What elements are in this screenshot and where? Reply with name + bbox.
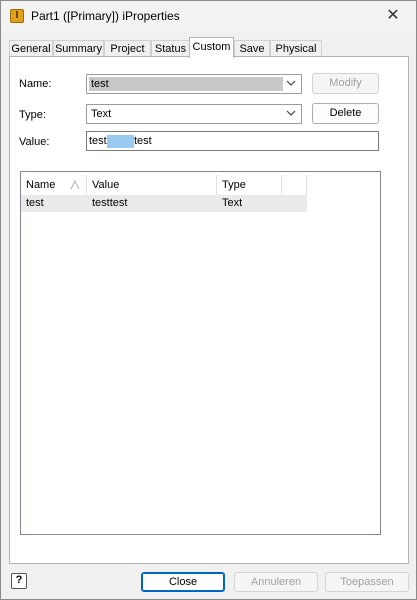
type-label: Type: — [19, 109, 46, 121]
name-label: Name: — [19, 78, 52, 90]
list-header: Name Value Type — [21, 175, 380, 195]
column-header-type[interactable]: Type — [217, 175, 282, 195]
tab-status[interactable]: Status — [151, 40, 190, 57]
row-type-cell: Text — [222, 197, 243, 209]
type-value: Text — [91, 108, 112, 120]
help-icon[interactable]: ? — [11, 573, 27, 589]
column-header-name[interactable]: Name — [21, 175, 87, 195]
cancel-button[interactable]: Annuleren — [234, 572, 318, 592]
name-combobox[interactable]: test — [86, 74, 302, 94]
inventor-app-icon: I — [10, 9, 24, 23]
type-combobox[interactable]: Text — [86, 104, 302, 124]
value-text-before: test — [89, 135, 107, 147]
column-header-value[interactable]: Value — [87, 175, 217, 195]
custom-properties-list[interactable]: Name Value Type test testtest Text — [20, 171, 381, 535]
tab-physical[interactable]: Physical — [270, 40, 322, 57]
column-header-filler — [282, 175, 307, 195]
tab-strip: General Summary Project Status Custom Sa… — [9, 37, 409, 58]
close-button[interactable]: Close — [141, 572, 225, 592]
delete-button[interactable]: Delete — [312, 103, 379, 124]
title-bar: I Part1 ([Primary]) iProperties ✕ — [1, 1, 416, 31]
custom-tab-panel: Name: test Modify Type: Text Delete Valu… — [9, 56, 409, 564]
tab-custom[interactable]: Custom — [189, 37, 234, 58]
tab-summary[interactable]: Summary — [53, 40, 104, 57]
value-text-selection — [107, 135, 134, 148]
name-value: test — [91, 78, 109, 90]
name-selection-highlight — [89, 77, 283, 91]
sort-ascending-icon — [70, 180, 80, 190]
close-window-icon[interactable]: ✕ — [370, 1, 416, 31]
column-header-name-label: Name — [26, 179, 56, 191]
chevron-down-icon[interactable] — [284, 75, 298, 93]
value-input[interactable]: test test — [86, 131, 379, 151]
value-text-after: test — [134, 135, 152, 147]
table-row[interactable]: test testtest Text — [21, 195, 307, 212]
apply-button[interactable]: Toepassen — [325, 572, 409, 592]
tab-project[interactable]: Project — [104, 40, 151, 57]
tab-save[interactable]: Save — [234, 40, 270, 57]
row-name-cell: test — [26, 197, 44, 209]
tab-general[interactable]: General — [9, 40, 53, 57]
iproperties-dialog: I Part1 ([Primary]) iProperties ✕ Genera… — [0, 0, 417, 600]
value-label: Value: — [19, 136, 50, 148]
chevron-down-icon[interactable] — [284, 105, 298, 123]
window-title: Part1 ([Primary]) iProperties — [31, 9, 180, 23]
modify-button[interactable]: Modify — [312, 73, 379, 94]
row-value-cell: testtest — [92, 197, 128, 209]
